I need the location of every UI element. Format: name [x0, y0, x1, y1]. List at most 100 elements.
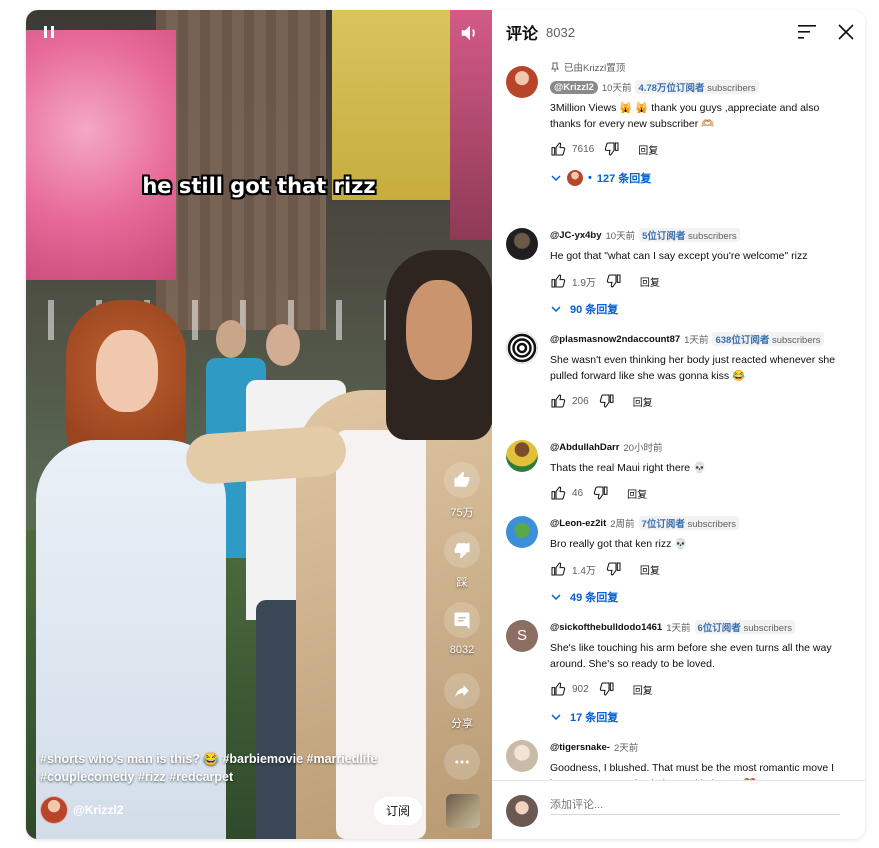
comment-like-button[interactable]: 902	[550, 681, 589, 697]
video-player[interactable]: he still got that rizz 75万 踩 8032 分享 #sh…	[26, 10, 492, 839]
comment-like-button[interactable]: 1.9万	[550, 273, 596, 289]
view-replies-button[interactable]: • 127 条回复	[550, 169, 850, 187]
subscriber-suffix: subscribers	[707, 83, 756, 94]
comment-author[interactable]: @sickofthebulldodo1461	[550, 622, 662, 633]
subscriber-suffix: subscribers	[743, 623, 793, 634]
comment-dislike-button[interactable]	[593, 485, 609, 501]
thumbs-up-icon	[551, 682, 566, 696]
man-face	[406, 280, 472, 380]
channel-avatar[interactable]	[40, 796, 68, 824]
subscriber-count: 5位订阅者	[642, 231, 686, 242]
thumbs-down-icon[interactable]	[444, 532, 480, 568]
woman-face	[96, 330, 158, 412]
view-replies-button[interactable]: 90 条回复	[550, 300, 850, 318]
reply-button[interactable]: 回复	[627, 486, 647, 501]
comment-list[interactable]: 已由Krizzl置顶 @Krizzl2 10天前 4.78万位订阅者 subsc…	[492, 54, 865, 780]
comment-author[interactable]: @JC-yx4by	[550, 230, 602, 241]
reply-button[interactable]: 回复	[640, 562, 660, 577]
volume-icon[interactable]	[459, 22, 481, 44]
comment-text: Bro really got that ken rizz 💀	[550, 538, 688, 550]
comment-author[interactable]: @Leon-ez2it	[550, 518, 606, 529]
reply-button[interactable]: 回复	[638, 142, 658, 157]
comment-time[interactable]: 10天前	[606, 228, 636, 242]
comment-avatar[interactable]	[506, 66, 538, 98]
replies-count: 49 条回复	[570, 592, 619, 604]
pin-icon	[551, 62, 559, 72]
comment-meta: @AbdullahDarr 20小时前	[550, 440, 850, 455]
comment-like-button[interactable]: 1.4万	[550, 561, 596, 577]
more-action[interactable]	[444, 744, 480, 786]
close-icon[interactable]	[838, 24, 854, 40]
comment-body: @sickofthebulldodo1461 1天前 6位订阅者 subscri…	[550, 620, 850, 726]
video-description[interactable]: #shorts who's man is this? 😂 #barbiemovi…	[40, 750, 380, 786]
comment-dislike-button[interactable]	[606, 561, 622, 577]
comment-body: @plasmasnow2ndaccount87 1天前 638位订阅者 subs…	[550, 332, 850, 410]
comment-like-count: 206	[572, 395, 589, 407]
add-comment-bar	[492, 780, 865, 839]
comment-author[interactable]: @tigersnake-	[550, 742, 610, 753]
reply-button[interactable]: 回复	[633, 394, 653, 409]
comment-actions: 206 回复	[550, 392, 850, 410]
comment-time[interactable]: 10天前	[602, 80, 632, 94]
background-yellow-facade	[332, 10, 452, 200]
dislike-action[interactable]: 踩	[444, 532, 480, 590]
reply-button[interactable]: 回复	[633, 682, 653, 697]
comment-avatar[interactable]	[506, 740, 538, 772]
comments-action[interactable]: 8032	[444, 602, 480, 656]
comment-dislike-button[interactable]	[599, 393, 615, 409]
comment-dislike-button[interactable]	[604, 141, 620, 157]
subscriber-suffix: subscribers	[771, 335, 821, 346]
comment-text: She's like touching his arm before she e…	[550, 642, 832, 670]
comment-avatar[interactable]: S	[506, 620, 538, 652]
thumbs-up-icon	[551, 142, 566, 156]
comment-like-count: 46	[572, 487, 584, 499]
comment-time[interactable]: 1天前	[666, 620, 690, 634]
comment-author[interactable]: @plasmasnow2ndaccount87	[550, 334, 680, 345]
shorts-player-frame: he still got that rizz 75万 踩 8032 分享 #sh…	[26, 10, 865, 839]
comment-meta: @tigersnake- 2天前	[550, 740, 850, 755]
comment-time[interactable]: 2周前	[610, 516, 634, 530]
comment-actions: 46 回复	[550, 484, 850, 502]
reply-button[interactable]: 回复	[640, 274, 660, 289]
comments-count: 8032	[546, 24, 575, 40]
replies-count: 90 条回复	[570, 304, 619, 316]
spiral-avatar-icon[interactable]	[506, 332, 538, 364]
add-comment-input[interactable]	[550, 795, 840, 815]
comment-dislike-button[interactable]	[606, 273, 622, 289]
comment-avatar[interactable]	[506, 228, 538, 260]
thumbs-down-icon	[605, 142, 619, 156]
channel-info[interactable]: @Krizzl2	[40, 795, 123, 825]
comment-icon[interactable]	[444, 602, 480, 638]
comment-text: Thats the real Maui right there 💀	[550, 462, 707, 474]
comment-time[interactable]: 20小时前	[623, 440, 662, 454]
sort-icon[interactable]	[798, 24, 816, 40]
comment-author[interactable]: @AbdullahDarr	[550, 442, 619, 453]
share-action[interactable]: 分享	[444, 673, 480, 731]
comment-like-button[interactable]: 206	[550, 393, 589, 409]
view-replies-button[interactable]: 17 条回复	[550, 708, 850, 726]
comment-avatar[interactable]	[506, 440, 538, 472]
comment-like-button[interactable]: 7616	[550, 141, 594, 157]
comment-author[interactable]: @Krizzl2	[550, 80, 598, 94]
like-action[interactable]: 75万	[444, 462, 480, 520]
comment-dislike-button[interactable]	[599, 681, 615, 697]
thumbs-down-icon	[599, 682, 614, 696]
current-user-avatar[interactable]	[506, 795, 538, 827]
comment-time[interactable]: 1天前	[684, 332, 708, 346]
comment-avatar[interactable]	[506, 516, 538, 548]
channel-name[interactable]: @Krizzl2	[73, 803, 123, 817]
share-icon[interactable]	[444, 673, 480, 709]
audio-source-thumbnail[interactable]	[446, 794, 480, 828]
more-icon[interactable]	[444, 744, 480, 780]
subscribe-button[interactable]: 订阅	[374, 797, 422, 825]
view-replies-button[interactable]: 49 条回复	[550, 588, 850, 606]
subscriber-badge: 638位订阅者 subscribers	[712, 332, 824, 346]
comment-like-button[interactable]: 46	[550, 485, 583, 501]
pinned-label: 已由Krizzl置顶	[564, 63, 626, 74]
pause-icon[interactable]	[38, 22, 60, 44]
thumbs-up-icon	[551, 486, 566, 500]
comment-meta: @plasmasnow2ndaccount87 1天前 638位订阅者 subs…	[550, 332, 850, 346]
comment-time[interactable]: 2天前	[614, 740, 638, 754]
chevron-down-icon	[551, 175, 561, 182]
thumbs-up-icon[interactable]	[444, 462, 480, 498]
